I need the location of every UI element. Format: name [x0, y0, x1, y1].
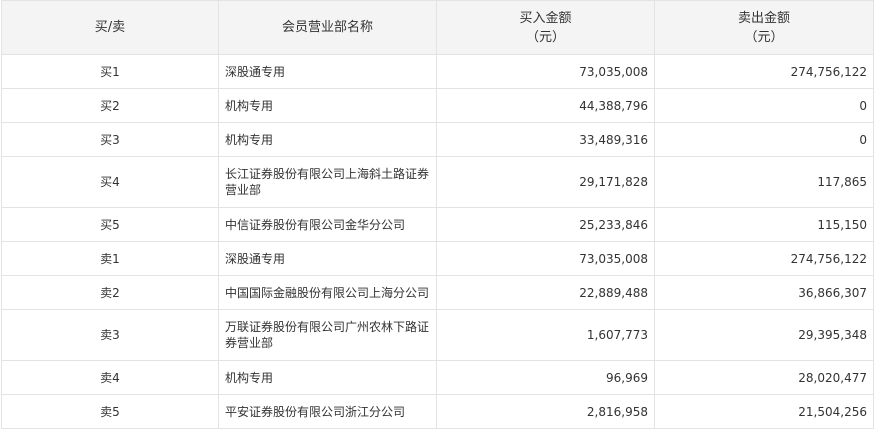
member-name-cell: 万联证券股份有限公司广州农林下路证券营业部 [218, 309, 437, 361]
buy-amount-cell: 44,388,796 [436, 88, 655, 123]
sell-amount-cell: 0 [654, 88, 874, 123]
table-row: 买2 机构专用 44,388,796 0 [1, 88, 874, 123]
member-name-cell: 机构专用 [218, 88, 437, 123]
member-name-cell: 中国国际金融股份有限公司上海分公司 [218, 275, 437, 310]
buy-amount-cell: 96,969 [436, 360, 655, 395]
buy-amount-cell: 2,816,958 [436, 394, 655, 429]
table-row: 卖4 机构专用 96,969 28,020,477 [1, 360, 874, 395]
header-row: 买/卖 会员营业部名称 买入金额 （元） 卖出金额 （元） [1, 0, 874, 55]
header-sell-label: 卖出金额 [737, 10, 790, 26]
header-sell-amount: 卖出金额 （元） [654, 0, 874, 55]
member-name-cell: 机构专用 [218, 122, 437, 157]
header-sell-unit: （元） [744, 29, 784, 45]
buy-amount-cell: 73,035,008 [436, 54, 655, 89]
member-name-cell: 深股通专用 [218, 241, 437, 276]
table-row: 卖3 万联证券股份有限公司广州农林下路证券营业部 1,607,773 29,39… [1, 309, 874, 361]
rank-cell: 卖3 [1, 309, 219, 361]
table-row: 买5 中信证券股份有限公司金华分公司 25,233,846 115,150 [1, 207, 874, 242]
sell-amount-cell: 115,150 [654, 207, 874, 242]
buy-amount-cell: 22,889,488 [436, 275, 655, 310]
sell-amount-cell: 21,504,256 [654, 394, 874, 429]
buy-amount-cell: 25,233,846 [436, 207, 655, 242]
table-row: 买3 机构专用 33,489,316 0 [1, 122, 874, 157]
sell-amount-cell: 117,865 [654, 156, 874, 208]
table-row: 买1 深股通专用 73,035,008 274,756,122 [1, 54, 874, 89]
trading-seats-table: 买/卖 会员营业部名称 买入金额 （元） 卖出金额 （元） 买1 深股通专用 7… [1, 0, 874, 429]
buy-amount-cell: 73,035,008 [436, 241, 655, 276]
rank-cell: 买1 [1, 54, 219, 89]
table-row: 卖1 深股通专用 73,035,008 274,756,122 [1, 241, 874, 276]
header-member-name: 会员营业部名称 [218, 0, 437, 55]
member-name-cell: 机构专用 [218, 360, 437, 395]
header-buy-label: 买入金额 [519, 10, 572, 26]
header-rank: 买/卖 [1, 0, 219, 55]
rank-cell: 卖1 [1, 241, 219, 276]
buy-amount-cell: 29,171,828 [436, 156, 655, 208]
header-buy-amount: 买入金额 （元） [436, 0, 655, 55]
sell-amount-cell: 36,866,307 [654, 275, 874, 310]
table-row: 卖2 中国国际金融股份有限公司上海分公司 22,889,488 36,866,3… [1, 275, 874, 310]
rank-cell: 买4 [1, 156, 219, 208]
member-name-cell: 长江证券股份有限公司上海斜土路证券营业部 [218, 156, 437, 208]
header-buy-unit: （元） [525, 29, 565, 45]
sell-amount-cell: 274,756,122 [654, 54, 874, 89]
rank-cell: 卖2 [1, 275, 219, 310]
member-name-cell: 平安证券股份有限公司浙江分公司 [218, 394, 437, 429]
member-name-cell: 深股通专用 [218, 54, 437, 89]
member-name-cell: 中信证券股份有限公司金华分公司 [218, 207, 437, 242]
sell-amount-cell: 274,756,122 [654, 241, 874, 276]
rank-cell: 卖4 [1, 360, 219, 395]
buy-amount-cell: 1,607,773 [436, 309, 655, 361]
table-row: 买4 长江证券股份有限公司上海斜土路证券营业部 29,171,828 117,8… [1, 156, 874, 208]
buy-amount-cell: 33,489,316 [436, 122, 655, 157]
sell-amount-cell: 28,020,477 [654, 360, 874, 395]
table-header: 买/卖 会员营业部名称 买入金额 （元） 卖出金额 （元） [1, 0, 874, 55]
rank-cell: 买3 [1, 122, 219, 157]
sell-amount-cell: 0 [654, 122, 874, 157]
table-row: 卖5 平安证券股份有限公司浙江分公司 2,816,958 21,504,256 [1, 394, 874, 429]
rank-cell: 卖5 [1, 394, 219, 429]
rank-cell: 买2 [1, 88, 219, 123]
table-body: 买1 深股通专用 73,035,008 274,756,122 买2 机构专用 … [1, 54, 874, 429]
rank-cell: 买5 [1, 207, 219, 242]
sell-amount-cell: 29,395,348 [654, 309, 874, 361]
